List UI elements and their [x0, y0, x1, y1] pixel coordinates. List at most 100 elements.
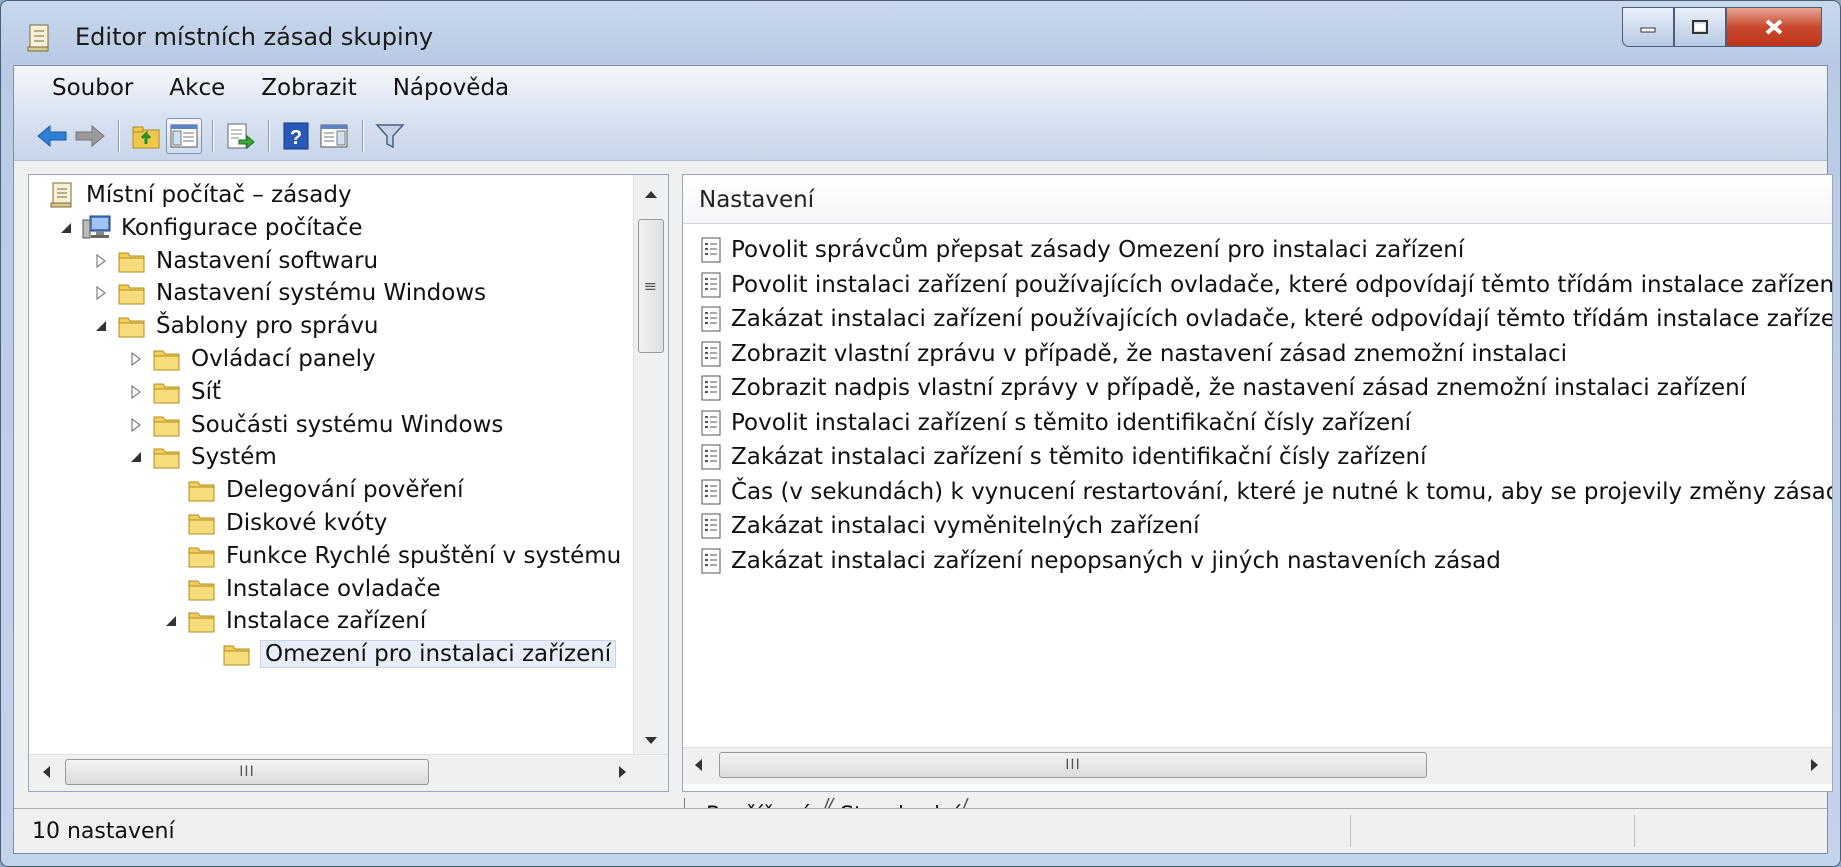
arrow-right-icon — [75, 124, 105, 148]
menu-zobrazit[interactable]: Zobrazit — [243, 66, 374, 110]
scroll-down-arrow-icon[interactable] — [645, 737, 657, 744]
settings-list[interactable]: Nastavení Povolit správcům přepsat zásad… — [682, 174, 1833, 792]
svg-text:?: ? — [290, 127, 302, 149]
menu-akce[interactable]: Akce — [151, 66, 243, 110]
scroll-grip: III — [1065, 757, 1081, 773]
export-list-button[interactable] — [222, 118, 258, 154]
list-item[interactable]: Čas (v sekundách) k vynucení restartován… — [699, 473, 1832, 511]
maximize-button[interactable] — [1674, 7, 1726, 47]
client-area: Soubor Akce Zobrazit Nápověda ? Místní p… — [13, 65, 1833, 854]
tree-hscroll-thumb[interactable]: III — [65, 759, 429, 785]
forward-button[interactable] — [72, 118, 108, 154]
status-divider — [1350, 815, 1351, 847]
folder-up-icon — [132, 126, 160, 149]
menu-bar: Soubor Akce Zobrazit Nápověda — [14, 66, 1827, 110]
tree-item[interactable]: Funkce Rychlé spuštění v systému — [187, 538, 621, 574]
list-item[interactable]: Povolit správcům přepsat zásady Omezení … — [699, 231, 1464, 269]
folder-icon — [187, 575, 217, 603]
tree-item-label: Nastavení softwaru — [156, 247, 379, 274]
toolbar-separator — [362, 120, 363, 152]
menu-soubor[interactable]: Soubor — [14, 66, 151, 110]
list-item-label: Zakázat instalaci vyměnitelných zařízení — [731, 513, 1200, 539]
tree-item-label: Šablony pro správu — [156, 313, 379, 340]
folder-icon — [187, 607, 217, 635]
tree-expanded-icon[interactable] — [93, 318, 109, 334]
scroll-left-arrow-icon[interactable] — [695, 759, 702, 771]
tree-collapsed-icon[interactable] — [128, 417, 144, 433]
tree-item[interactable]: Nastavení systému Windows — [96, 275, 486, 311]
list-item-label: Povolit instalaci zařízení s těmito iden… — [731, 409, 1412, 436]
tree-item-label: Omezení pro instalaci zařízení — [259, 640, 617, 669]
tree-item[interactable]: Ovládací panely — [131, 341, 376, 377]
list-item-label: Zakázat instalaci zařízení nepopsaných v… — [731, 547, 1501, 574]
policy-setting-icon — [699, 340, 723, 368]
close-button[interactable] — [1726, 7, 1822, 47]
tree-item[interactable]: Delegování pověření — [187, 472, 464, 508]
list-item[interactable]: Zakázat instalaci zařízení nepopsaných v… — [699, 542, 1501, 580]
list-horizontal-scrollbar[interactable]: III — [683, 747, 1832, 784]
tree-item[interactable]: Instalace zařízení — [166, 603, 426, 639]
tree-item[interactable]: Konfigurace počítače — [61, 210, 363, 246]
list-item-label: Zobrazit vlastní zprávu v případě, že na… — [731, 340, 1568, 367]
list-item[interactable]: Zakázat instalaci vyměnitelných zařízení — [699, 507, 1199, 545]
tree-collapsed-icon[interactable] — [128, 384, 144, 400]
tree-item[interactable]: Součásti systému Windows — [131, 407, 503, 443]
list-item-label: Zakázat instalaci zařízení s těmito iden… — [731, 444, 1427, 470]
policy-setting-icon — [699, 305, 723, 333]
toolbar-separator — [118, 120, 119, 152]
list-item[interactable]: Zakázat instalaci zařízení používajících… — [699, 300, 1832, 338]
tree-expanded-icon[interactable] — [163, 613, 179, 629]
help-button[interactable]: ? — [278, 118, 314, 154]
filter-button[interactable] — [372, 118, 408, 154]
tree-item[interactable]: Systém — [131, 439, 277, 475]
list-hscroll-thumb[interactable]: III — [719, 752, 1427, 778]
list-item[interactable]: Zobrazit nadpis vlastní zprávy v případě… — [699, 369, 1746, 407]
arrow-left-icon — [37, 124, 67, 148]
tree-collapsed-icon[interactable] — [93, 285, 109, 301]
export-icon — [227, 123, 255, 150]
toolbar-separator — [268, 120, 269, 152]
tree-expanded-icon[interactable] — [58, 220, 74, 236]
folder-icon — [152, 443, 182, 471]
tree-expanded-icon[interactable] — [128, 449, 144, 465]
tree-item-label: Delegování pověření — [226, 477, 464, 504]
show-hide-tree-button[interactable] — [166, 118, 202, 154]
policy-icon — [47, 181, 77, 209]
tree-item[interactable]: Nastavení softwaru — [96, 243, 379, 279]
up-button[interactable] — [128, 118, 164, 154]
tree-item[interactable]: Instalace ovladače — [187, 571, 441, 607]
folder-icon — [152, 345, 182, 373]
show-hide-action-pane-button[interactable] — [316, 118, 352, 154]
tree-item[interactable]: Diskové kvóty — [187, 505, 387, 541]
action-pane-icon — [320, 124, 348, 148]
policy-setting-icon — [699, 478, 723, 506]
list-item[interactable]: Zakázat instalaci zařízení s těmito iden… — [699, 438, 1427, 476]
menu-napoveda[interactable]: Nápověda — [375, 66, 527, 110]
scroll-up-arrow-icon[interactable] — [645, 191, 657, 198]
tree-collapsed-icon[interactable] — [93, 253, 109, 269]
tree-scroll-thumb[interactable]: ≡ — [638, 219, 664, 353]
tree-collapsed-icon[interactable] — [128, 351, 144, 367]
back-button[interactable] — [34, 118, 70, 154]
minimize-button[interactable] — [1622, 7, 1674, 47]
policy-setting-icon — [699, 512, 723, 540]
tree-vertical-scrollbar[interactable]: ≡ — [633, 175, 668, 755]
policy-setting-icon — [699, 271, 723, 299]
tree-item[interactable]: Šablony pro správu — [96, 308, 379, 344]
list-item[interactable]: Zobrazit vlastní zprávu v případě, že na… — [699, 335, 1567, 373]
scroll-left-arrow-icon[interactable] — [43, 766, 50, 778]
scroll-right-arrow-icon[interactable] — [619, 766, 626, 778]
tree-item[interactable]: Síť — [131, 374, 221, 410]
tree-item[interactable]: Omezení pro instalaci zařízení — [222, 636, 617, 672]
help-icon: ? — [283, 122, 309, 150]
tree-item[interactable]: Místní počítač – zásady — [47, 177, 352, 213]
folder-icon — [117, 247, 147, 275]
console-tree[interactable]: Místní počítač – zásady Konfigurace počít… — [28, 174, 669, 792]
tree-horizontal-scrollbar[interactable]: III — [29, 754, 668, 791]
column-header-nastaveni[interactable]: Nastavení — [683, 175, 1832, 224]
list-item[interactable]: Povolit instalaci zařízení používajících… — [699, 266, 1832, 304]
scroll-right-arrow-icon[interactable] — [1811, 759, 1818, 771]
folder-icon — [117, 312, 147, 340]
list-item[interactable]: Povolit instalaci zařízení s těmito iden… — [699, 404, 1411, 442]
title-bar[interactable]: Editor místních zásad skupiny — [1, 1, 1840, 65]
